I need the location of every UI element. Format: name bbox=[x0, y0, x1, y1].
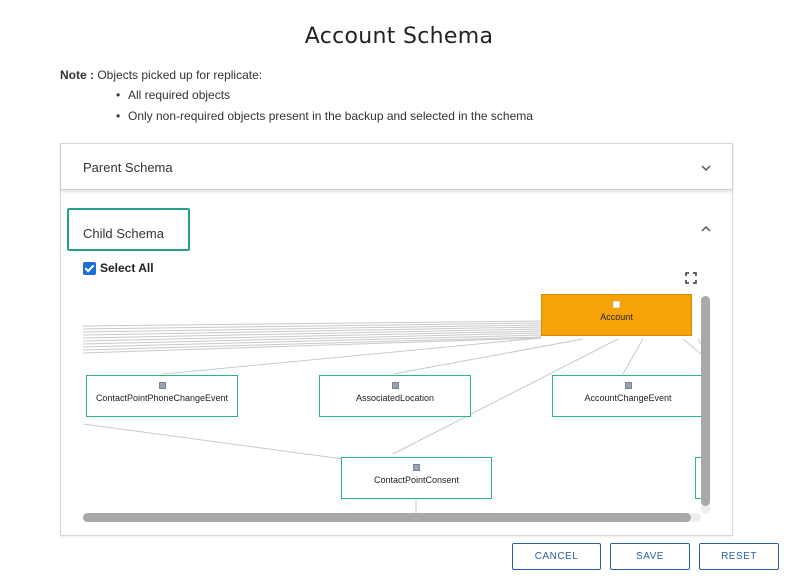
object-icon bbox=[624, 382, 632, 389]
cancel-button[interactable]: CANCEL bbox=[512, 543, 601, 570]
select-all-label: Select All bbox=[100, 261, 154, 275]
graph-node[interactable]: AccountChangeEvent bbox=[552, 375, 701, 417]
schema-panel: Parent Schema Child Schema Select All Ac… bbox=[60, 143, 733, 536]
note-item: All required objects bbox=[116, 87, 533, 108]
vertical-scrollbar[interactable] bbox=[701, 296, 710, 514]
object-icon bbox=[158, 382, 166, 389]
child-schema-label: Child Schema bbox=[83, 226, 164, 241]
note-text: Objects picked up for replicate: bbox=[97, 68, 263, 82]
horizontal-scrollbar[interactable] bbox=[83, 513, 701, 522]
vertical-scrollbar-thumb[interactable] bbox=[701, 296, 710, 506]
schema-graph[interactable]: Account ContactPointPhoneChangeEvent Ass… bbox=[83, 294, 701, 520]
note-label: Note : bbox=[60, 68, 94, 82]
object-icon bbox=[413, 464, 420, 471]
graph-node-account[interactable]: Account bbox=[541, 294, 692, 336]
graph-node[interactable]: ContactPointConsent bbox=[341, 457, 492, 499]
object-icon bbox=[391, 382, 399, 389]
chevron-up-icon[interactable] bbox=[701, 225, 711, 232]
graph-node[interactable]: AssociatedLocation bbox=[319, 375, 471, 417]
child-schema-header[interactable]: Child Schema bbox=[67, 208, 190, 251]
note-list: All required objects Only non-required o… bbox=[116, 87, 533, 129]
save-button[interactable]: SAVE bbox=[610, 543, 690, 570]
select-all-checkbox[interactable]: Select All bbox=[83, 261, 154, 275]
page-title: Account Schema bbox=[304, 24, 494, 49]
graph-node[interactable]: ContactPointPhoneChangeEvent bbox=[86, 375, 238, 417]
horizontal-scrollbar-thumb[interactable] bbox=[83, 513, 691, 522]
parent-schema-header[interactable]: Parent Schema bbox=[61, 144, 732, 190]
parent-schema-label: Parent Schema bbox=[83, 160, 173, 175]
note: Note : Objects picked up for replicate: bbox=[60, 68, 262, 82]
chevron-down-icon[interactable] bbox=[701, 165, 711, 172]
fullscreen-icon[interactable] bbox=[685, 272, 697, 284]
checkbox-checked-icon[interactable] bbox=[83, 261, 96, 275]
object-icon bbox=[613, 301, 620, 308]
reset-button[interactable]: RESET bbox=[699, 543, 779, 570]
note-item: Only non-required objects present in the… bbox=[116, 108, 533, 129]
